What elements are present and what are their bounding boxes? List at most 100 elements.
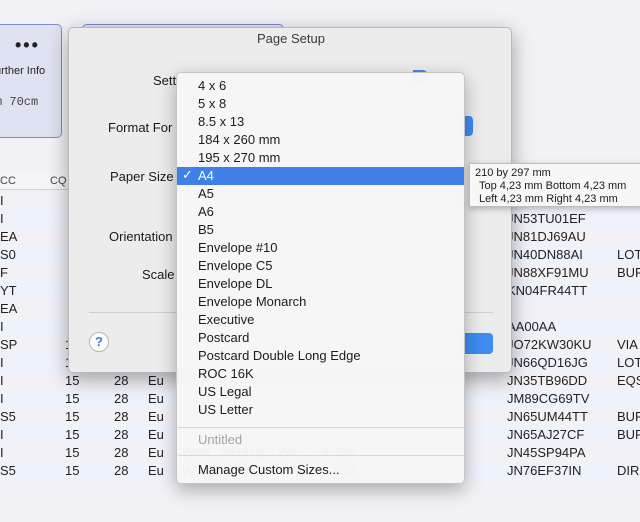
table-cell: 15 [65, 391, 80, 406]
menu-item-label: 8.5 x 13 [198, 114, 245, 129]
menu-item[interactable]: B5 [177, 221, 464, 239]
table-cell: Eu [148, 373, 164, 388]
table-cell: LOT [617, 355, 640, 370]
table-cell: Eu [148, 445, 164, 460]
table-cell: 15 [65, 445, 80, 460]
table-cell: I [0, 373, 4, 388]
menu-item[interactable]: 8.5 x 13 [177, 113, 464, 131]
table-cell: KN04FR44TT [507, 283, 588, 298]
menu-item-label: Envelope Monarch [198, 294, 307, 309]
menu-item-label: US Letter [198, 402, 253, 417]
menu-item-label: B5 [198, 222, 214, 237]
more-icon: ••• [15, 35, 40, 55]
table-cell: JN45SP94PA [507, 445, 586, 460]
menu-item[interactable]: 5 x 8 [177, 95, 464, 113]
menu-item-label: A4 [198, 168, 214, 183]
menu-item-label: A5 [198, 186, 214, 201]
menu-item-label: US Legal [198, 384, 252, 399]
menu-item-label: Postcard Double Long Edge [198, 348, 361, 363]
measure-text: m 70cm [0, 95, 39, 109]
table-cell: JO72KW30KU [507, 337, 592, 352]
menu-item[interactable]: A6 [177, 203, 464, 221]
menu-item-label: Envelope C5 [198, 258, 273, 273]
column-header-cc[interactable]: CC [0, 175, 16, 187]
table-cell: JN81DJ69AU [507, 229, 586, 244]
table-cell: S5 [0, 409, 16, 424]
table-cell: 15 [65, 409, 80, 424]
menu-item-untitled: Untitled [198, 432, 243, 447]
table-cell: DIR [617, 463, 640, 478]
sheet-title: Page Setup [257, 31, 325, 46]
menu-item[interactable]: A5 [177, 185, 464, 203]
menu-item[interactable]: US Letter [177, 401, 464, 419]
menu-item-label: Envelope DL [198, 276, 273, 291]
table-cell: I [0, 391, 4, 406]
menu-item-selected[interactable]: ✓ A4 [177, 167, 464, 185]
table-cell: YT [0, 283, 17, 298]
tooltip-margins-vertical: Top 4,23 mm Bottom 4,23 mm [479, 180, 627, 192]
orientation-label: Orientation [109, 229, 173, 244]
menu-item[interactable]: ROC 16K [177, 365, 464, 383]
table-cell: 15 [65, 463, 80, 478]
table-cell: S0 [0, 247, 16, 262]
table-cell: I [0, 445, 4, 460]
menu-item[interactable]: Postcard Double Long Edge [177, 347, 464, 365]
table-cell: JN65UM44TT [507, 409, 588, 424]
menu-item-label: ROC 16K [198, 366, 254, 381]
table-cell: Eu [148, 409, 164, 424]
menu-item-label: A6 [198, 204, 214, 219]
menu-item-label: Executive [198, 312, 255, 327]
menu-item-label: 195 x 270 mm [198, 150, 281, 165]
table-cell: JN88XF91MU [507, 265, 589, 280]
table-cell: BUR [617, 427, 640, 442]
table-cell: 28 [114, 409, 129, 424]
menu-item[interactable]: Envelope DL [177, 275, 464, 293]
menu-item[interactable]: Postcard [177, 329, 464, 347]
ok-button[interactable] [461, 333, 493, 354]
table-cell: I [0, 193, 4, 208]
tooltip-margins-horizontal: Left 4,23 mm Right 4,23 mm [479, 193, 618, 205]
table-cell: Eu [148, 463, 164, 478]
menu-item[interactable]: 184 x 260 mm [177, 131, 464, 149]
column-header-cq[interactable]: CQ [50, 175, 67, 187]
table-cell: F [0, 265, 8, 280]
table-cell: JN66QD16JG [507, 355, 588, 370]
table-cell: S5 [0, 463, 16, 478]
menu-item[interactable]: 195 x 270 mm [177, 149, 464, 167]
tooltip-dimensions: 210 by 297 mm [475, 167, 551, 179]
menu-item-manage-custom-sizes[interactable]: Manage Custom Sizes... [177, 461, 464, 479]
table-cell: BUR [617, 409, 640, 424]
table-cell: JN53TU01EF [507, 211, 586, 226]
table-cell: JM89CG69TV [507, 391, 590, 406]
table-cell: I [0, 319, 4, 334]
table-cell: 28 [114, 463, 129, 478]
menu-item[interactable]: 4 x 6 [177, 77, 464, 95]
table-cell: VIA [617, 337, 638, 352]
table-cell: JN35TB96DD [507, 373, 588, 388]
table-cell: I [0, 211, 4, 226]
help-button[interactable]: ? [89, 332, 109, 352]
table-cell: LOT [617, 247, 640, 262]
menu-item-label: Envelope #10 [198, 240, 278, 255]
table-cell: EQS [617, 373, 640, 388]
table-cell: 15 [65, 427, 80, 442]
menu-item[interactable]: Executive [177, 311, 464, 329]
table-cell: 28 [114, 427, 129, 442]
further-info-label: urther Info [0, 65, 46, 77]
table-cell: AA00AA [507, 319, 557, 334]
checkmark-icon: ✓ [182, 167, 193, 182]
table-cell: 28 [114, 445, 129, 460]
paper-size-tooltip: 210 by 297 mm Top 4,23 mm Bottom 4,23 mm… [469, 163, 640, 207]
table-cell: SP [0, 337, 18, 352]
table-cell: 28 [114, 373, 129, 388]
table-cell: EA [0, 229, 18, 244]
menu-separator [178, 455, 465, 456]
menu-item[interactable]: Envelope Monarch [177, 293, 464, 311]
menu-item[interactable]: Envelope C5 [177, 257, 464, 275]
menu-item[interactable]: US Legal [177, 383, 464, 401]
menu-item[interactable]: Envelope #10 [177, 239, 464, 257]
further-info-button[interactable]: ••• urther Info m 70cm [0, 24, 62, 138]
menu-item-label: 5 x 8 [198, 96, 227, 111]
menu-item-label: 4 x 6 [198, 78, 227, 93]
table-cell: EA [0, 301, 18, 316]
